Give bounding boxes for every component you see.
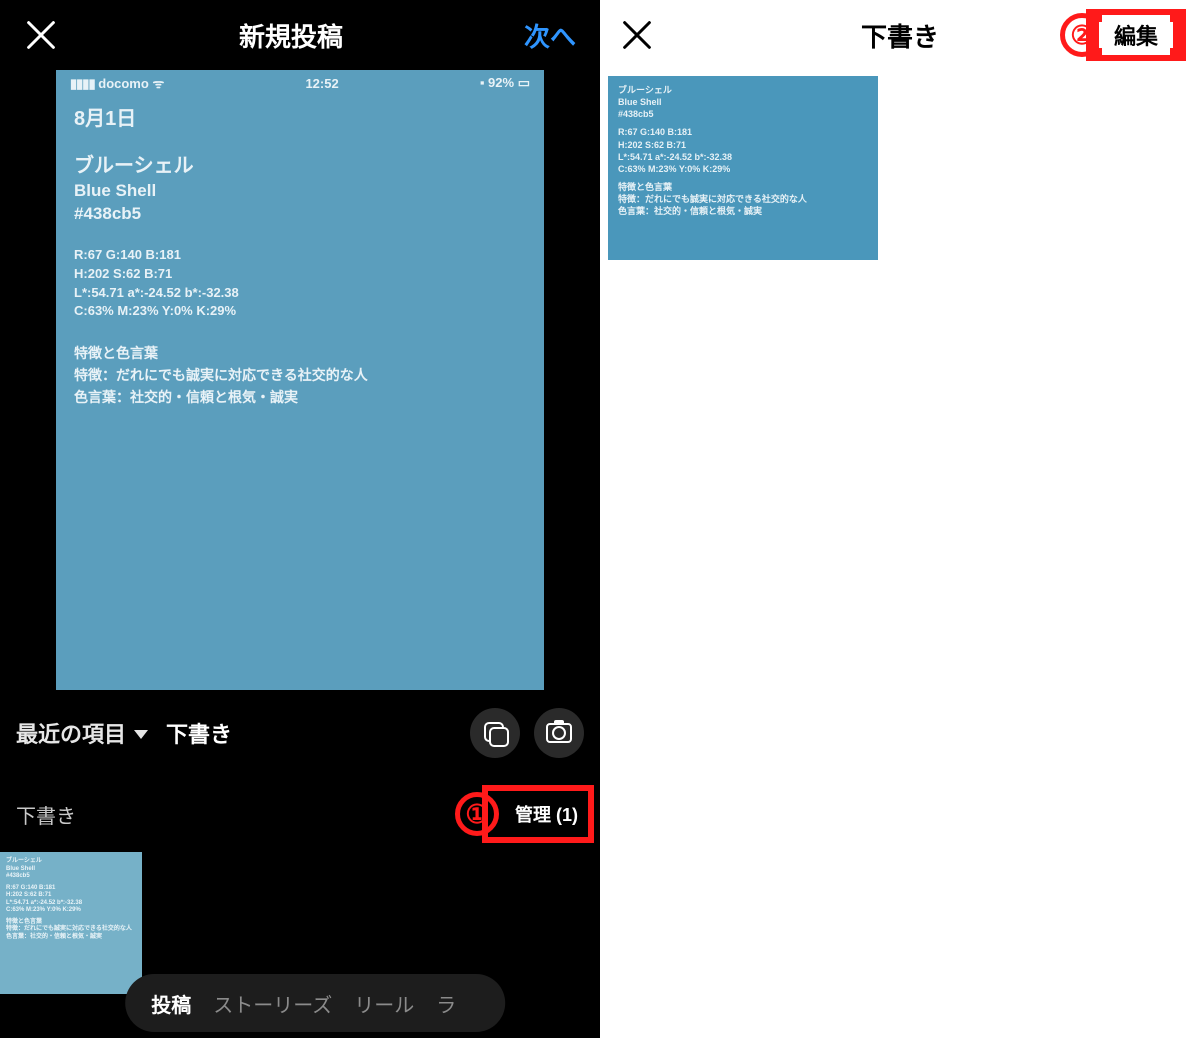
next-button[interactable]: 次へ	[524, 17, 576, 54]
draft-tab[interactable]: 下書き	[166, 717, 232, 749]
preview-statusbar: ▮▮▮▮ docomo ᯤ 12:52 ▪ 92% ▭	[56, 70, 544, 96]
right-header: 下書き ② 編集 編集	[600, 0, 1200, 70]
carrier-label: ▮▮▮▮ docomo ᯤ	[70, 74, 164, 92]
page-title: 下書き	[861, 17, 939, 54]
source-row: 最近の項目 下書き	[0, 690, 600, 758]
close-icon[interactable]	[24, 18, 58, 52]
time-label: 12:52	[305, 76, 338, 91]
preview-area: ▮▮▮▮ docomo ᯤ 12:52 ▪ 92% ▭ 8月1日 ブルーシェル …	[0, 70, 600, 690]
mode-reel[interactable]: リール	[354, 989, 414, 1018]
drafts-section-label: 下書き	[16, 800, 76, 829]
left-header: 新規投稿 次へ	[0, 0, 600, 70]
edit-button[interactable]: 編集	[1102, 15, 1170, 55]
preview-color-name: ブルーシェル Blue Shell #438cb5	[74, 153, 526, 226]
camera-icon	[546, 723, 572, 743]
mode-switcher: 投稿 ストーリーズ リール ラ	[125, 974, 505, 1032]
draft-thumbnail[interactable]: ブルーシェル Blue Shell #438cb5 R:67 G:140 B:1…	[608, 76, 878, 260]
manage-drafts-button[interactable]: 管理 (1)	[509, 799, 584, 829]
mode-post[interactable]: 投稿	[151, 989, 191, 1018]
multi-select-button[interactable]	[470, 708, 520, 758]
annotation-1: ①	[455, 792, 499, 836]
stack-icon	[484, 722, 506, 744]
album-picker[interactable]: 最近の項目	[16, 717, 148, 749]
camera-button[interactable]	[534, 708, 584, 758]
draft-thumbnail[interactable]: ブルーシェル Blue Shell #438cb5 R:67 G:140 B:1…	[0, 852, 142, 994]
chevron-down-icon	[134, 730, 148, 739]
preview-feature-text: 特徴と色言葉 特徴：だれにでも誠実に対応できる社交的な人 色言葉：社交的・信頼と…	[74, 343, 526, 408]
drafts-bar: 下書き ① 管理 (1)	[0, 758, 600, 846]
preview-color-values: R:67 G:140 B:181 H:202 S:62 B:71 L*:54.7…	[74, 246, 526, 321]
annotation-2: ②	[1060, 13, 1104, 57]
mode-live[interactable]: ラ	[436, 989, 456, 1018]
mode-stories[interactable]: ストーリーズ	[213, 989, 332, 1018]
close-icon[interactable]	[620, 18, 654, 52]
preview-date: 8月1日	[74, 102, 526, 131]
new-post-panel: 新規投稿 次へ ▮▮▮▮ docomo ᯤ 12:52 ▪ 92% ▭ 8月1日…	[0, 0, 600, 1038]
battery-label: ▪ 92% ▭	[480, 75, 530, 91]
selected-media-preview[interactable]: ▮▮▮▮ docomo ᯤ 12:52 ▪ 92% ▭ 8月1日 ブルーシェル …	[56, 70, 544, 690]
drafts-panel: 下書き ② 編集 編集 ブルーシェル Blue Shell #438cb5 R:…	[600, 0, 1200, 1038]
page-title: 新規投稿	[239, 17, 343, 54]
